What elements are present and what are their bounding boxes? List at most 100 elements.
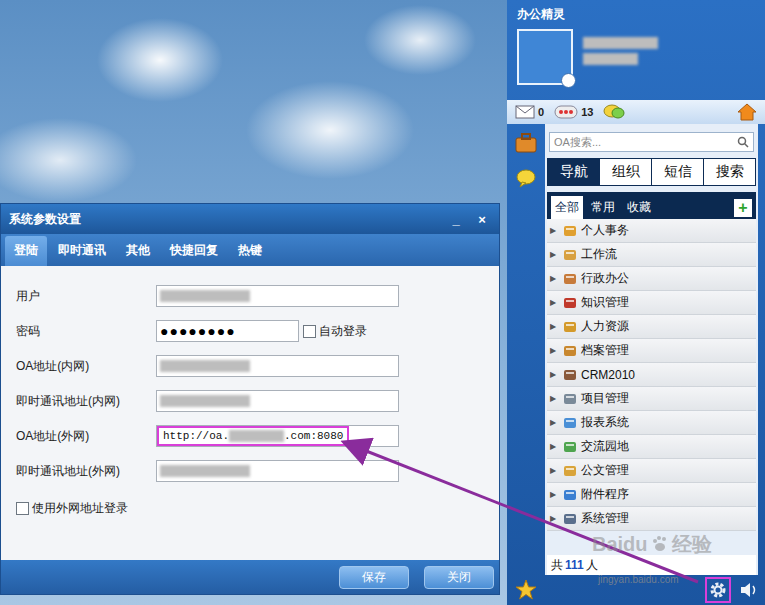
sub-tab[interactable]: 常用 bbox=[587, 196, 619, 219]
mail-icon bbox=[515, 105, 535, 119]
field-row: 即时通讯地址(内网) bbox=[16, 389, 484, 413]
close-dialog-button[interactable]: 关闭 bbox=[424, 566, 494, 589]
field-label: 密码 bbox=[16, 323, 156, 340]
star-icon[interactable] bbox=[515, 579, 537, 601]
panel-header: 办公精灵 bbox=[507, 0, 765, 100]
sub-tabs: 全部常用收藏 + bbox=[547, 192, 756, 219]
minimize-button[interactable]: _ bbox=[447, 212, 465, 227]
bottom-bar bbox=[507, 575, 765, 605]
main-tabs: 导航组织短信搜索 bbox=[547, 158, 756, 186]
field-row: 即时通讯地址(外网) bbox=[16, 459, 484, 483]
online-count: 共111人 bbox=[547, 555, 756, 575]
main-tab[interactable]: 短信 bbox=[651, 159, 703, 185]
module-icon bbox=[562, 415, 578, 431]
counter[interactable]: 13 bbox=[554, 105, 593, 119]
tree-item[interactable]: ▶档案管理 bbox=[547, 339, 756, 363]
module-icon bbox=[562, 439, 578, 455]
sub-tab[interactable]: 收藏 bbox=[623, 196, 655, 219]
sub-tab[interactable]: 全部 bbox=[551, 196, 583, 219]
tree-item[interactable]: ▶个人事务 bbox=[547, 219, 756, 243]
speech-bubble-icon[interactable] bbox=[515, 168, 537, 188]
field-label: 用户 bbox=[16, 288, 156, 305]
user-name bbox=[583, 29, 658, 85]
main-tab[interactable]: 组织 bbox=[599, 159, 651, 185]
watermark-url: jingyan.baidu.com bbox=[598, 574, 679, 585]
tree-item[interactable]: ▶人力资源 bbox=[547, 315, 756, 339]
paw-icon bbox=[651, 535, 669, 553]
text-field[interactable] bbox=[156, 460, 399, 482]
module-icon bbox=[562, 487, 578, 503]
external-login-checkbox[interactable]: 使用外网地址登录 bbox=[16, 500, 484, 517]
module-icon bbox=[562, 391, 578, 407]
field-row: 用户 bbox=[16, 284, 484, 308]
assistant-panel: 办公精灵 0 13 OA搜索... 导航组织短信搜索全部常用收藏 + ▶个人事务▶工作流▶行… bbox=[507, 0, 765, 605]
dialog-tab[interactable]: 快捷回复 bbox=[161, 236, 227, 266]
main-tab[interactable]: 导航 bbox=[548, 159, 599, 185]
tab-bar: 登陆即时通讯其他快捷回复热键 bbox=[1, 234, 499, 266]
tree-item[interactable]: ▶交流园地 bbox=[547, 435, 756, 459]
field-label: 即时通讯地址(内网) bbox=[16, 393, 156, 410]
field-label: 即时通讯地址(外网) bbox=[16, 463, 156, 480]
avatar[interactable] bbox=[517, 29, 573, 85]
title-bar: 系统参数设置 _ × bbox=[1, 204, 499, 234]
dialog-title: 系统参数设置 bbox=[9, 211, 81, 228]
side-strip bbox=[507, 124, 545, 575]
field-row: 密码●●●●●●●●自动登录 bbox=[16, 319, 484, 343]
search-field[interactable]: OA搜索... bbox=[549, 132, 754, 152]
module-tree: ▶个人事务▶工作流▶行政办公▶知识管理▶人力资源▶档案管理▶CRM2010▶项目… bbox=[547, 219, 756, 531]
text-field[interactable] bbox=[156, 390, 399, 412]
counter[interactable]: 0 bbox=[515, 105, 544, 119]
tree-item[interactable]: ▶知识管理 bbox=[547, 291, 756, 315]
save-button[interactable]: 保存 bbox=[339, 566, 409, 589]
field-label: OA地址(外网) bbox=[16, 428, 156, 445]
dialog-tab[interactable]: 其他 bbox=[117, 236, 159, 266]
module-icon bbox=[562, 271, 578, 287]
settings-dialog: 系统参数设置 _ × 登陆即时通讯其他快捷回复热键用户密码●●●●●●●●自动登录 OA… bbox=[0, 203, 500, 595]
briefcase-icon[interactable] bbox=[514, 132, 538, 154]
tree-item[interactable]: ▶公文管理 bbox=[547, 459, 756, 483]
field-row: OA地址(外网)http://oa..com:8080 bbox=[16, 424, 484, 448]
main-tab[interactable]: 搜索 bbox=[703, 159, 755, 185]
tree-item[interactable]: ▶项目管理 bbox=[547, 387, 756, 411]
gear-icon[interactable] bbox=[709, 581, 727, 599]
speaker-icon[interactable] bbox=[739, 581, 759, 599]
text-field[interactable]: http://oa..com:8080 bbox=[156, 425, 399, 447]
module-icon bbox=[562, 223, 578, 239]
dialog-tab[interactable]: 登陆 bbox=[5, 236, 47, 266]
chat-icon[interactable] bbox=[603, 104, 625, 120]
dialog-body: 用户密码●●●●●●●●自动登录 OA地址(内网) 即时通讯地址(内网) OA地址(外… bbox=[1, 266, 499, 560]
module-icon bbox=[562, 319, 578, 335]
auto-login-checkbox[interactable]: 自动登录 bbox=[303, 323, 367, 340]
tree-item[interactable]: ▶行政办公 bbox=[547, 267, 756, 291]
text-field[interactable] bbox=[156, 355, 399, 377]
desktop: 系统参数设置 _ × 登陆即时通讯其他快捷回复热键用户密码●●●●●●●●自动登录 OA… bbox=[0, 0, 765, 605]
tree-item[interactable]: ▶报表系统 bbox=[547, 411, 756, 435]
tree-item[interactable]: ▶CRM2010 bbox=[547, 363, 756, 387]
password-field[interactable]: ●●●●●●●● bbox=[156, 320, 299, 342]
dialog-tab[interactable]: 即时通讯 bbox=[49, 236, 115, 266]
field-row: OA地址(内网) bbox=[16, 354, 484, 378]
status-icon bbox=[561, 73, 576, 88]
add-button[interactable]: + bbox=[734, 199, 752, 217]
module-icon bbox=[562, 463, 578, 479]
module-icon bbox=[562, 511, 578, 527]
module-icon bbox=[562, 343, 578, 359]
tree-item[interactable]: ▶工作流 bbox=[547, 243, 756, 267]
home-icon[interactable] bbox=[737, 103, 757, 121]
counter-row: 0 13 bbox=[507, 100, 765, 124]
tree-item[interactable]: ▶附件程序 bbox=[547, 483, 756, 507]
dialog-tab[interactable]: 热键 bbox=[229, 236, 271, 266]
search-icon[interactable] bbox=[737, 136, 749, 148]
panel-content: OA搜索... 导航组织短信搜索全部常用收藏 + ▶个人事务▶工作流▶行政办公▶知识管… bbox=[545, 124, 758, 575]
message-icon bbox=[554, 105, 578, 119]
module-icon bbox=[562, 367, 578, 383]
panel-title: 办公精灵 bbox=[517, 6, 755, 23]
settings-button[interactable] bbox=[707, 579, 729, 601]
field-label: OA地址(内网) bbox=[16, 358, 156, 375]
annotation-arrow bbox=[0, 0, 765, 605]
text-field[interactable] bbox=[156, 285, 399, 307]
dialog-footer: 保存关闭 bbox=[1, 560, 499, 594]
watermark-logo: Baidu经验 bbox=[592, 534, 712, 554]
tree-item[interactable]: ▶系统管理 bbox=[547, 507, 756, 531]
close-button[interactable]: × bbox=[473, 212, 491, 227]
